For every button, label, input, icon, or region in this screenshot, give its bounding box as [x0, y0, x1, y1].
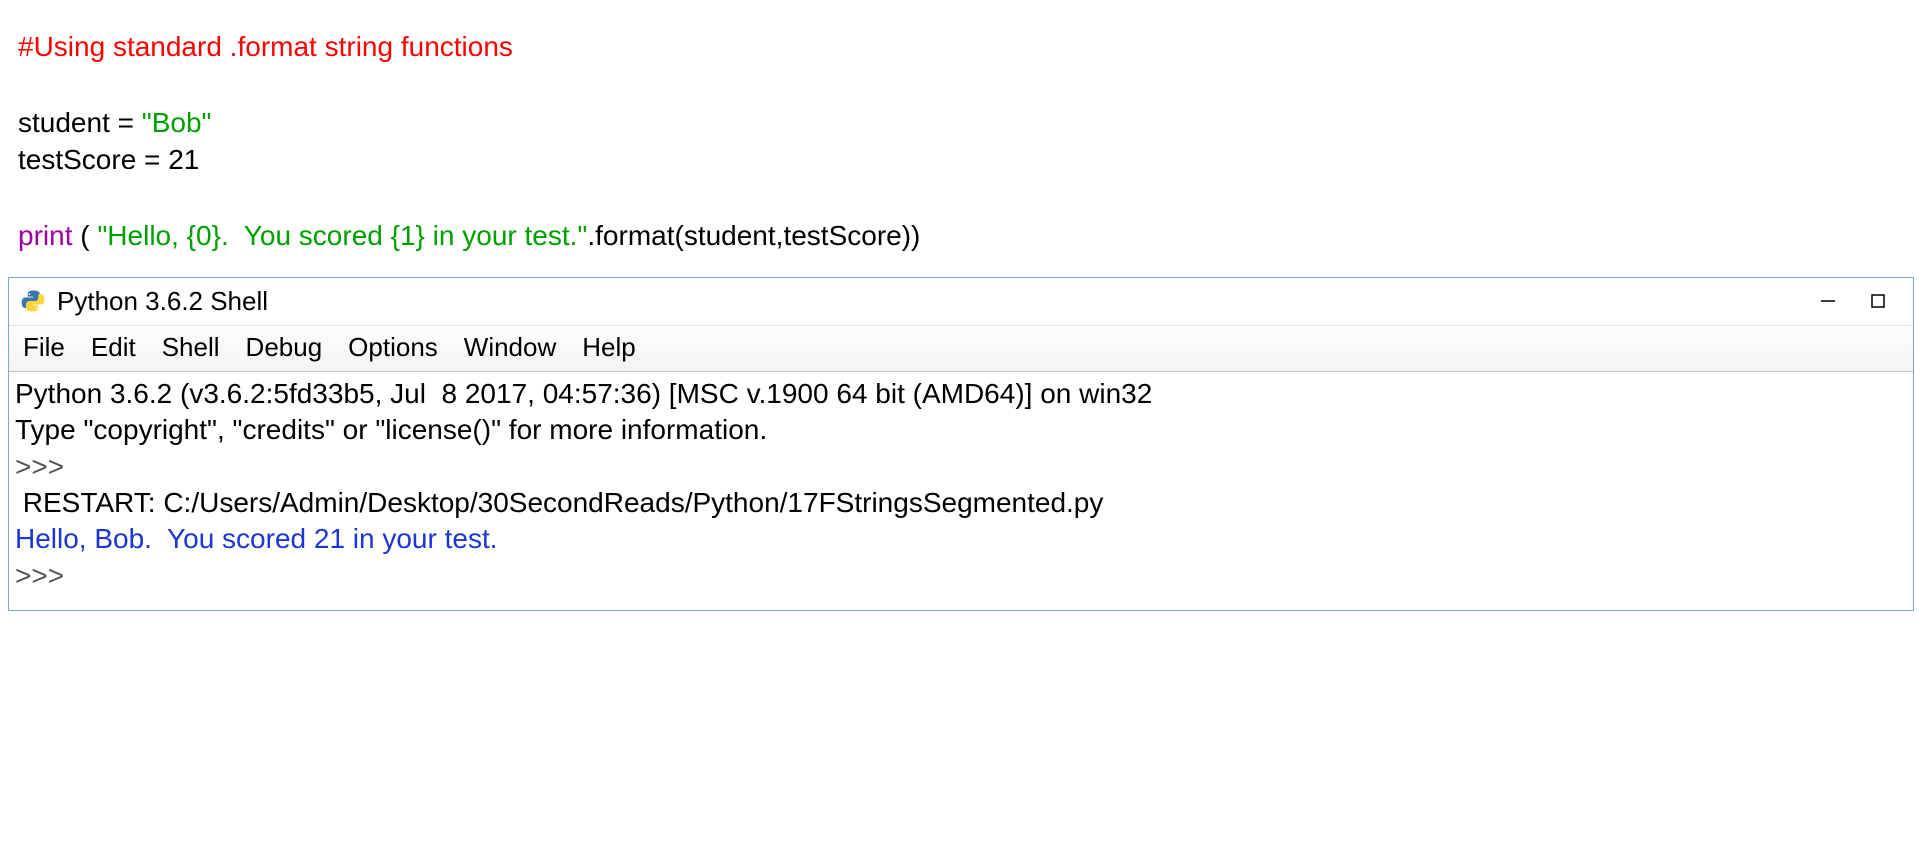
code-content[interactable]: #Using standard .format string functions…: [18, 28, 1902, 255]
shell-prompt: >>>: [15, 451, 72, 482]
menu-shell[interactable]: Shell: [162, 332, 220, 363]
code-keyword-print: print: [18, 220, 72, 251]
code-ident-student: student: [18, 107, 110, 138]
shell-output-area[interactable]: Python 3.6.2 (v3.6.2:5fd33b5, Jul 8 2017…: [9, 372, 1913, 610]
shell-banner-2: Type "copyright", "credits" or "license(…: [15, 414, 767, 445]
menubar: File Edit Shell Debug Options Window Hel…: [9, 326, 1913, 372]
window-title: Python 3.6.2 Shell: [57, 286, 1803, 317]
minimize-button[interactable]: [1803, 285, 1853, 317]
code-assign-21: = 21: [136, 144, 199, 175]
shell-window: Python 3.6.2 Shell File Edit Shell Debug…: [8, 277, 1914, 611]
python-icon: [19, 287, 47, 315]
menu-file[interactable]: File: [23, 332, 65, 363]
titlebar[interactable]: Python 3.6.2 Shell: [9, 278, 1913, 326]
menu-options[interactable]: Options: [348, 332, 438, 363]
code-string-bob: "Bob": [142, 107, 212, 138]
code-assign: =: [110, 107, 142, 138]
code-format-call: .format(student,testScore)): [587, 220, 920, 251]
code-editor[interactable]: #Using standard .format string functions…: [0, 0, 1920, 267]
menu-help[interactable]: Help: [582, 332, 635, 363]
code-comment: #Using standard .format string functions: [18, 31, 513, 62]
code-paren-open: (: [72, 220, 97, 251]
shell-restart: RESTART: C:/Users/Admin/Desktop/30Second…: [15, 487, 1111, 518]
code-ident-testscore: testScore: [18, 144, 136, 175]
maximize-button[interactable]: [1853, 285, 1903, 317]
shell-output: Hello, Bob. You scored 21 in your test.: [15, 523, 498, 554]
shell-prompt-2: >>>: [15, 560, 72, 591]
menu-edit[interactable]: Edit: [91, 332, 136, 363]
menu-window[interactable]: Window: [464, 332, 556, 363]
code-string-format: "Hello, {0}. You scored {1} in your test…: [97, 220, 587, 251]
menu-debug[interactable]: Debug: [246, 332, 323, 363]
shell-banner-1: Python 3.6.2 (v3.6.2:5fd33b5, Jul 8 2017…: [15, 378, 1152, 409]
